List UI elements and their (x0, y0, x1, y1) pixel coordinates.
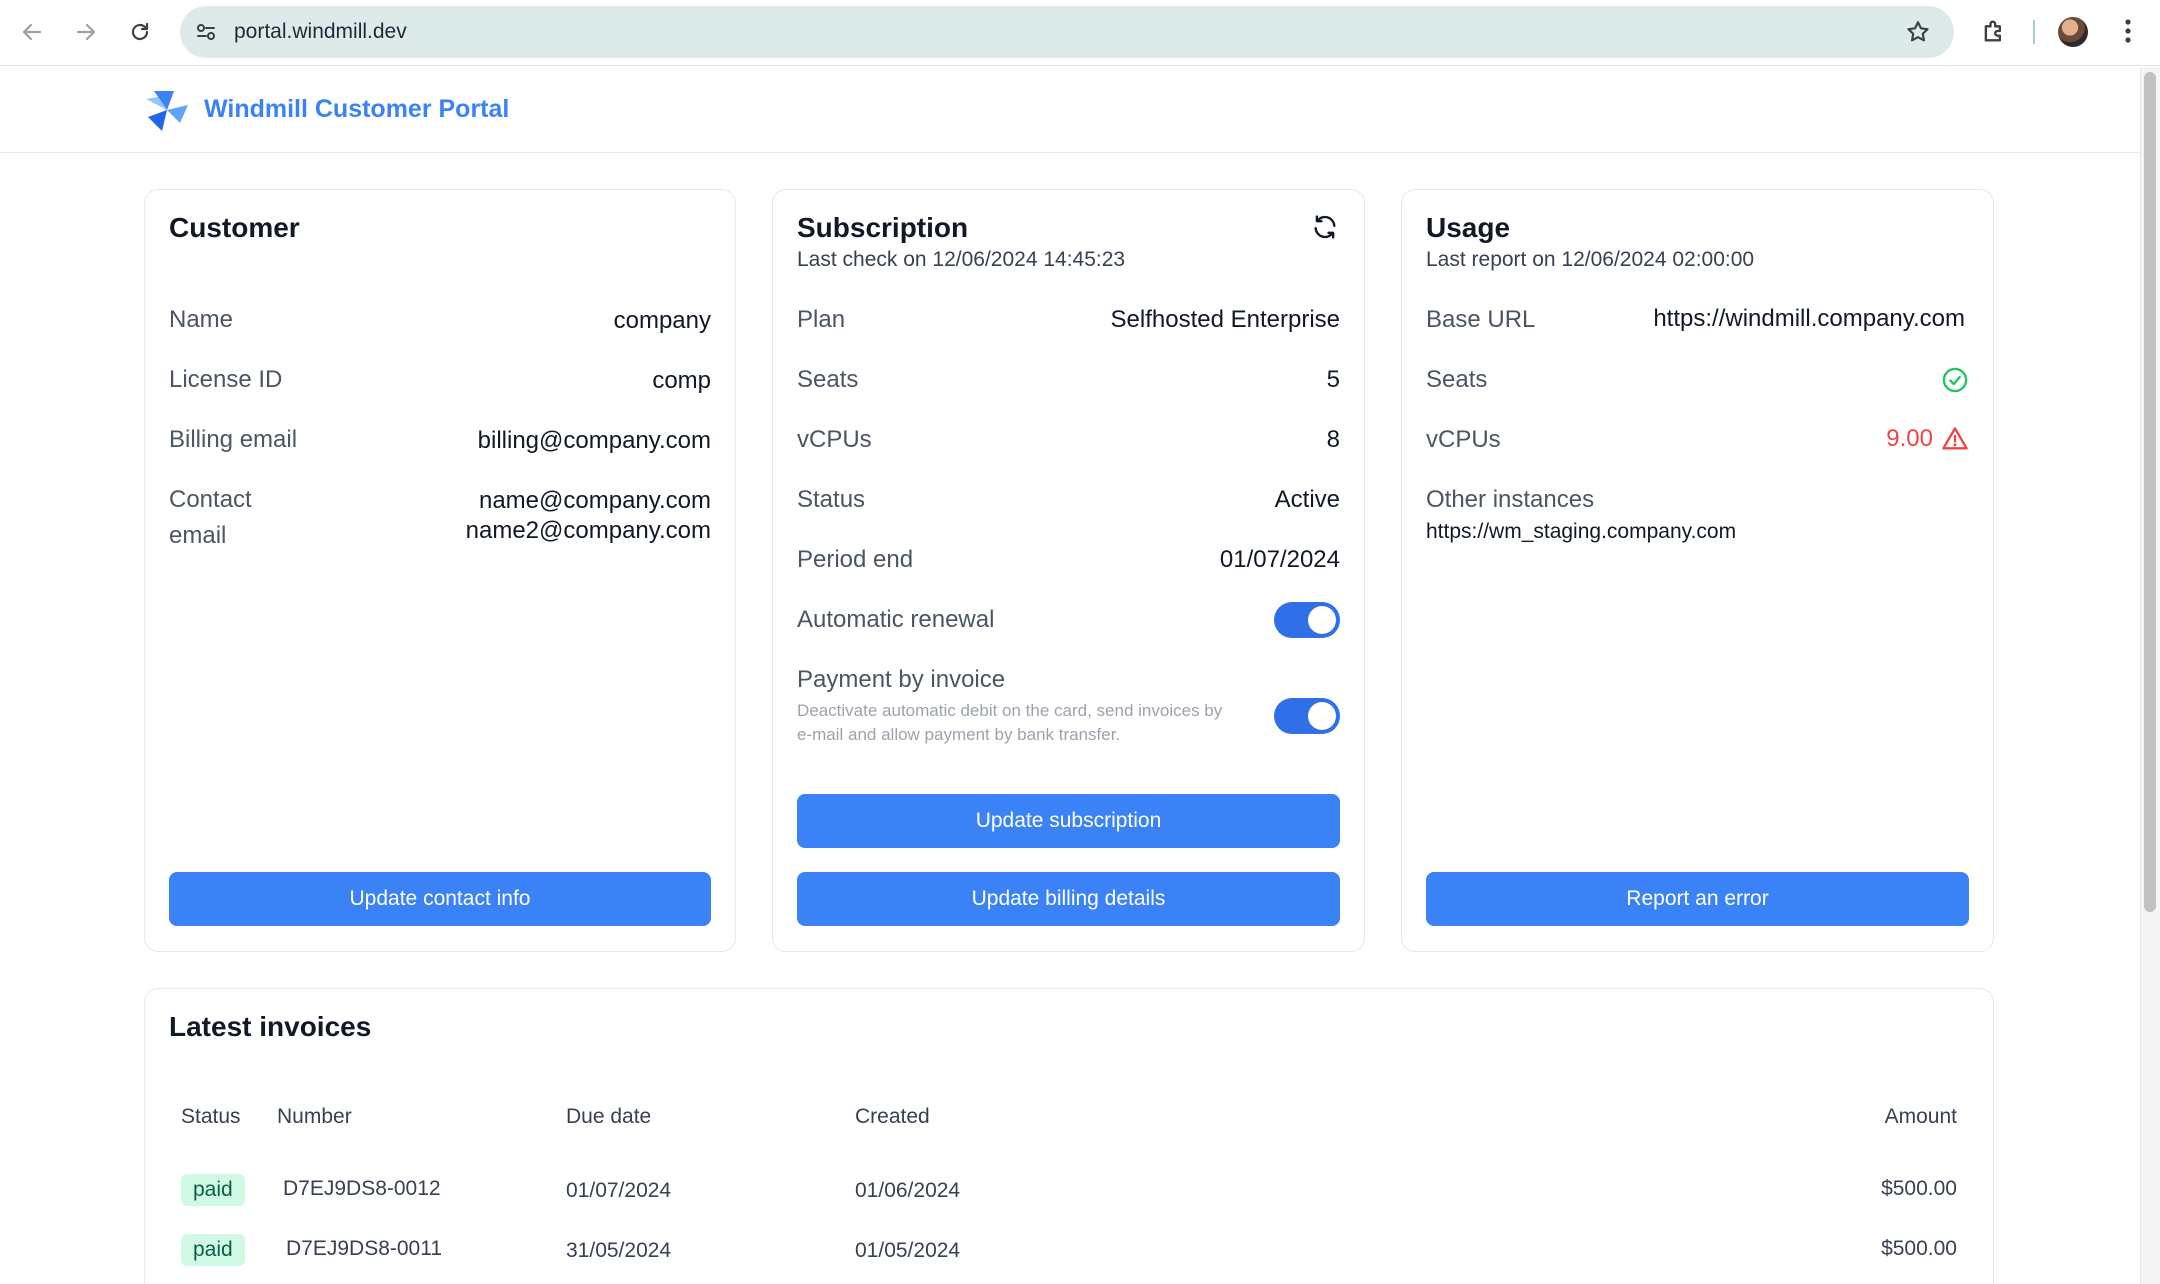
last-check-text: Last check on 12/06/2024 14:45:23 (797, 248, 1126, 271)
refresh-button[interactable] (1310, 212, 1340, 242)
column-number-header: Number (277, 1105, 352, 1128)
invoice-amount: $500.00 (1881, 1237, 1957, 1260)
update-subscription-button[interactable]: Update subscription (797, 794, 1340, 848)
usage-vcpus-label: vCPUs (1426, 426, 1501, 453)
report-error-button[interactable]: Report an error (1426, 872, 1969, 926)
usage-title: Usage (1426, 212, 1511, 243)
invoice-number[interactable]: D7EJ9DS8-0012 (283, 1177, 441, 1201)
column-amount-header: Amount (1884, 1105, 1957, 1128)
automatic-renewal-label: Automatic renewal (797, 606, 995, 633)
base-url-label: Base URL (1426, 306, 1536, 333)
license-id-value: comp (652, 367, 711, 394)
site-settings-icon[interactable] (192, 18, 220, 46)
subscription-card: Subscription Last check on 12/06/2024 14… (772, 189, 1365, 952)
period-end-value: 01/07/2024 (1219, 546, 1340, 573)
vcpus-value: 8 (1326, 426, 1340, 453)
column-due-date-header: Due date (566, 1105, 652, 1128)
toggle-knob (1308, 606, 1336, 634)
reload-button[interactable] (122, 14, 158, 50)
automatic-renewal-toggle[interactable] (1274, 602, 1340, 638)
other-instance-url: https://wm_staging.company.com (1426, 520, 1737, 543)
seats-label: Seats (797, 366, 859, 393)
contact-email-2: name2@company.com (465, 517, 711, 544)
status-value: Active (1274, 486, 1340, 513)
invoice-number[interactable]: D7EJ9DS8-0011 (286, 1237, 442, 1261)
other-instances-label: Other instances (1426, 486, 1595, 513)
status-badge: paid (181, 1174, 245, 1206)
vcpus-label: vCPUs (797, 426, 872, 453)
payment-by-invoice-toggle[interactable] (1274, 698, 1340, 734)
plan-value: Selfhosted Enterprise (1110, 306, 1340, 333)
subscription-title: Subscription (797, 212, 969, 243)
warning-triangle-icon (1942, 427, 1968, 450)
status-badge: paid (181, 1234, 245, 1266)
back-button[interactable] (14, 14, 50, 50)
seats-value: 5 (1326, 366, 1340, 393)
reload-icon (131, 22, 149, 41)
update-contact-info-button[interactable]: Update contact info (169, 872, 711, 926)
plan-label: Plan (797, 306, 846, 333)
address-bar[interactable]: portal.windmill.dev (180, 6, 1954, 58)
last-report-text: Last report on 12/06/2024 02:00:00 (1426, 248, 1755, 271)
extensions-button[interactable] (1978, 15, 2010, 47)
bookmark-star-icon[interactable] (1904, 18, 1932, 46)
period-end-label: Period end (797, 546, 914, 573)
toolbar-divider (2033, 20, 2035, 44)
invoice-created: 01/05/2024 (855, 1239, 961, 1262)
invoice-amount: $500.00 (1881, 1177, 1957, 1200)
contact-email-label: Contact email (169, 482, 252, 554)
usage-card: Usage Last report on 12/06/2024 02:00:00… (1401, 189, 1994, 952)
contact-email-list: name@company.com name2@company.com (466, 486, 711, 546)
usage-seats-label: Seats (1426, 366, 1488, 393)
customer-title: Customer (169, 212, 300, 243)
billing-email-label: Billing email (169, 426, 298, 453)
latest-invoices-card: Latest invoices Status Number Due date C… (144, 988, 1994, 1284)
invoice-due-date: 01/07/2024 (566, 1179, 672, 1202)
forward-button[interactable] (68, 14, 104, 50)
puzzle-icon (1984, 20, 2001, 42)
arrow-right-icon (76, 23, 96, 41)
column-created-header: Created (855, 1105, 930, 1128)
update-billing-details-button[interactable]: Update billing details (797, 872, 1340, 926)
billing-email-value: billing@company.com (477, 427, 711, 454)
app-header: Windmill Customer Portal (0, 67, 2140, 153)
customer-card: Customer Name company License ID comp Bi… (144, 189, 736, 952)
name-label: Name (169, 306, 234, 333)
toggle-knob (1308, 702, 1336, 730)
url-text[interactable]: portal.windmill.dev (234, 20, 407, 44)
payment-by-invoice-label: Payment by invoice (797, 666, 1006, 693)
base-url-value: https://windmill.company.com (1653, 305, 1965, 332)
page-scrollbar-thumb[interactable] (2144, 72, 2156, 912)
brand-title[interactable]: Windmill Customer Portal (204, 95, 509, 124)
contact-label-line2: email (169, 522, 227, 549)
invoices-title: Latest invoices (169, 1011, 372, 1042)
contact-email-1: name@company.com (478, 487, 711, 514)
contact-label-line1: Contact (169, 486, 252, 513)
usage-vcpus-value-group: 9.00 (1886, 424, 1969, 454)
usage-vcpus-value: 9.00 (1886, 425, 1933, 452)
invoice-created: 01/06/2024 (855, 1179, 961, 1202)
more-vertical-icon (2125, 19, 2131, 43)
payment-by-invoice-description: Deactivate automatic debit on the card, … (797, 701, 1223, 744)
check-circle-icon (1942, 367, 1968, 393)
windmill-logo-icon[interactable] (144, 87, 190, 133)
status-label: Status (797, 486, 866, 513)
browser-menu-button[interactable] (2114, 15, 2142, 47)
refresh-icon (1314, 215, 1336, 239)
browser-toolbar: portal.windmill.dev (0, 0, 2160, 66)
license-id-label: License ID (169, 366, 283, 393)
profile-avatar[interactable] (2058, 17, 2088, 47)
name-value: company (613, 307, 711, 334)
invoice-due-date: 31/05/2024 (566, 1239, 672, 1262)
arrow-left-icon (22, 23, 42, 41)
column-status-header: Status (181, 1105, 241, 1128)
